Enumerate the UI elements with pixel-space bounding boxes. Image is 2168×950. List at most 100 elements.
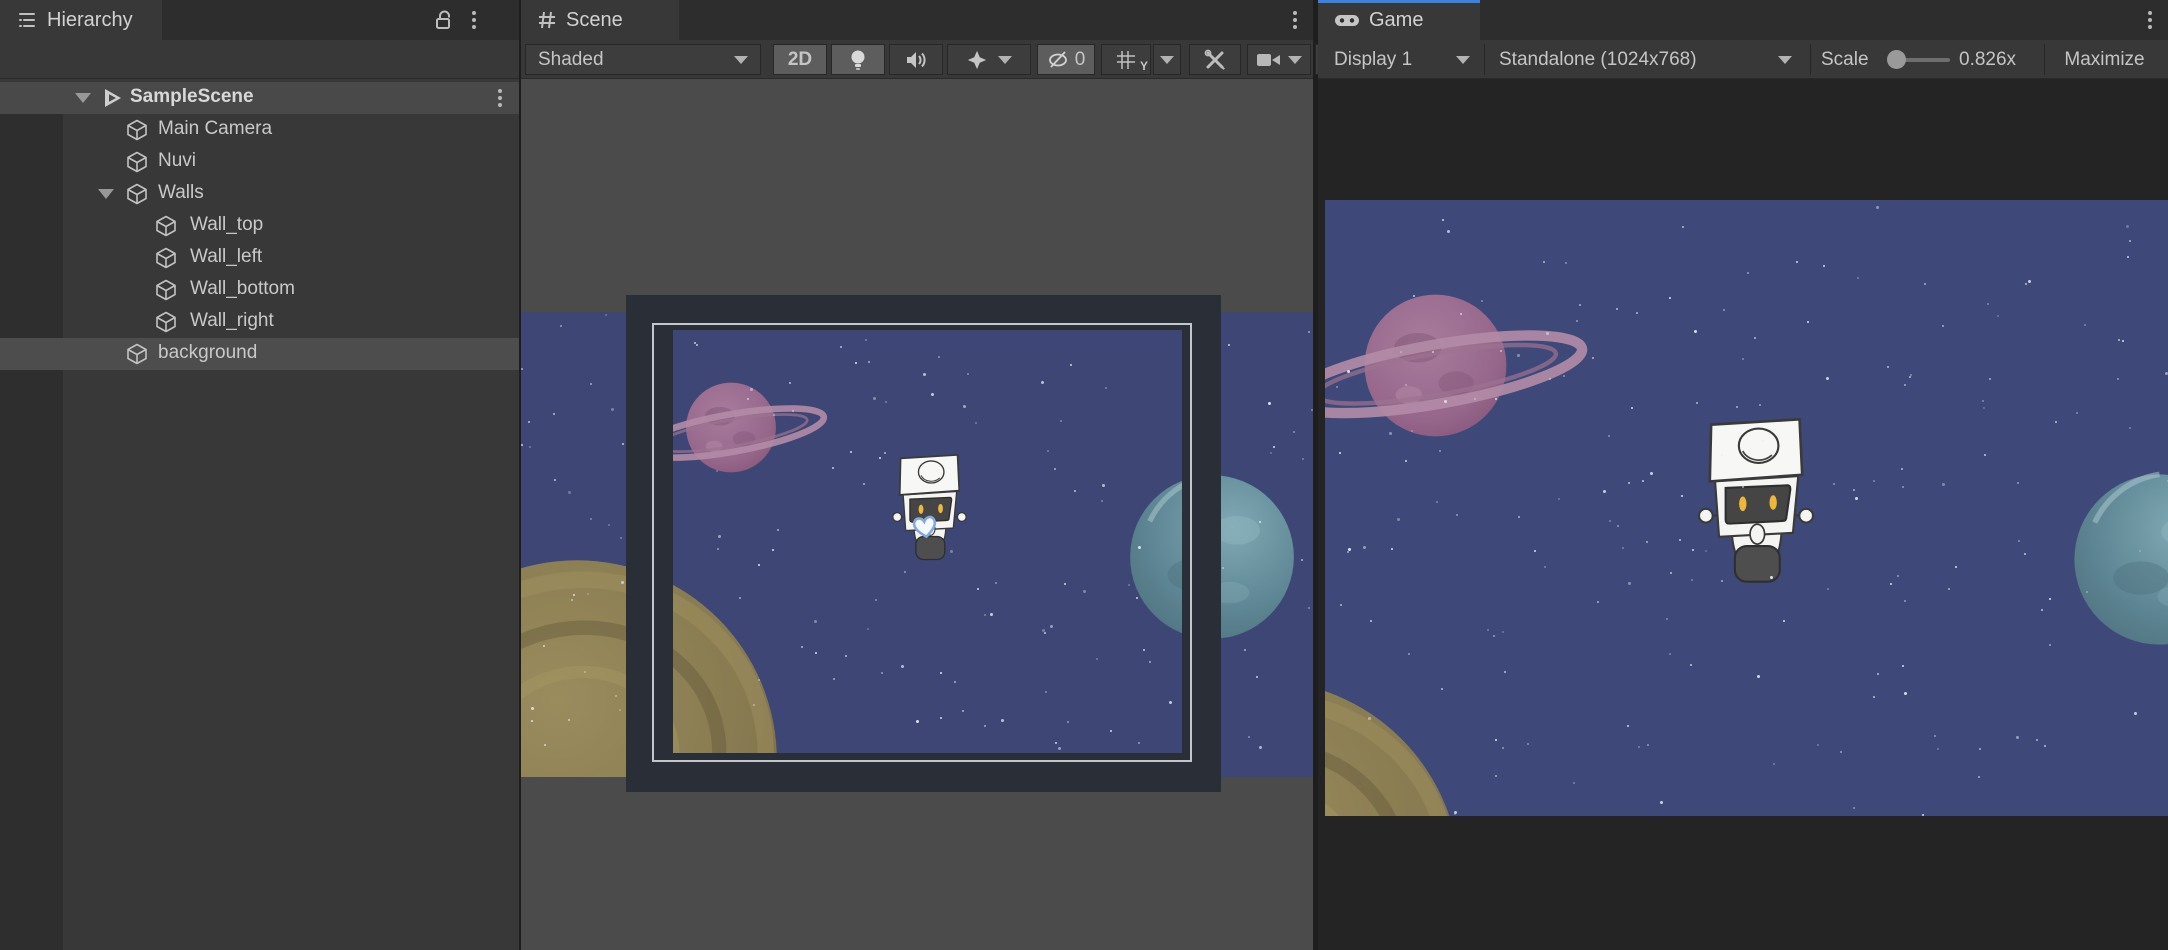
cube-icon: [153, 213, 179, 239]
game-viewport: [1325, 200, 2168, 816]
wrench-pencil-icon: [1203, 48, 1227, 72]
hierarchy-row-background[interactable]: background: [0, 338, 519, 370]
unity-editor-window: Hierarchy + All: [0, 0, 2168, 950]
game-tab-label: Game: [1369, 9, 1423, 32]
chevron-down-icon: [998, 56, 1012, 64]
hierarchy-row-nuvi[interactable]: Nuvi: [0, 146, 519, 178]
shading-mode-dropdown[interactable]: Shaded: [525, 44, 761, 75]
chevron-down-icon: [1778, 56, 1792, 64]
bulb-icon: [848, 48, 868, 72]
scene-tab-label: Scene: [566, 9, 623, 32]
chevron-down-icon: [734, 56, 748, 64]
unlock-icon[interactable]: [432, 8, 456, 32]
scale-control: Scale 0.826x: [1810, 44, 2042, 75]
row-label: Nuvi: [158, 150, 196, 172]
scale-value: 0.826x: [1959, 49, 2016, 71]
row-label: background: [158, 342, 257, 364]
grid-dropdown-caret[interactable]: [1153, 44, 1181, 75]
hierarchy-tree: SampleScene Main Camera Nuvi Walls Wall_…: [0, 79, 519, 950]
cube-icon: [124, 181, 150, 207]
cube-icon: [153, 277, 179, 303]
row-label: Wall_top: [190, 214, 263, 236]
chevron-down-icon: [1288, 56, 1302, 64]
hidden-count-label: 0: [1075, 49, 1086, 71]
hierarchy-list-icon: [16, 9, 38, 31]
yellow-planet: [1325, 670, 1465, 816]
chevron-down-icon[interactable]: [98, 189, 114, 199]
editor-tools-button[interactable]: [1189, 44, 1241, 75]
teal-planet: [2067, 467, 2168, 652]
scene-panel: Scene Shaded 2D: [521, 0, 1313, 950]
row-label: Wall_bottom: [190, 278, 295, 300]
hierarchy-row-main-camera[interactable]: Main Camera: [0, 114, 519, 146]
chevron-down-icon[interactable]: [75, 93, 91, 103]
nuvi-robot-sprite: [887, 449, 972, 568]
hierarchy-tab-label: Hierarchy: [47, 9, 133, 32]
audio-toggle-button[interactable]: [889, 44, 943, 75]
speaker-icon: [904, 49, 928, 71]
sparkle-icon: [966, 49, 988, 71]
cube-icon: [124, 117, 150, 143]
resolution-label: Standalone (1024x768): [1499, 49, 1697, 71]
camera-icon: [1256, 50, 1282, 70]
row-label: Walls: [158, 182, 204, 204]
grid-settings-button[interactable]: Y: [1101, 44, 1151, 75]
shading-mode-label: Shaded: [538, 49, 604, 71]
unity-logo-icon: [100, 86, 124, 110]
hierarchy-row-wall-top[interactable]: Wall_top: [0, 210, 519, 242]
scene-camera-button[interactable]: [1247, 44, 1311, 75]
hierarchy-tabbar: Hierarchy: [0, 0, 519, 40]
scene-tabbar: Scene: [521, 0, 1313, 40]
game-menu-icon[interactable]: [2138, 8, 2162, 32]
maximize-label: Maximize: [2064, 49, 2144, 71]
hierarchy-panel: Hierarchy + All: [0, 0, 519, 950]
display-label: Display 1: [1334, 49, 1412, 71]
gamepad-icon: [1334, 10, 1360, 30]
scene-row-menu-icon[interactable]: [488, 86, 512, 110]
cube-icon: [153, 245, 179, 271]
hierarchy-row-walls[interactable]: Walls: [0, 178, 519, 210]
maximize-button[interactable]: Maximize: [2044, 44, 2164, 75]
cube-icon: [124, 341, 150, 367]
hierarchy-toolbar: + All: [0, 40, 519, 79]
scale-slider-knob[interactable]: [1887, 50, 1906, 69]
hidden-objects-button[interactable]: 0: [1037, 44, 1095, 75]
tab-scene[interactable]: Scene: [521, 0, 679, 40]
scale-label: Scale: [1821, 49, 1869, 71]
game-toolbar: Display 1 Standalone (1024x768) Scale 0.…: [1318, 40, 2168, 79]
effects-dropdown-button[interactable]: [947, 44, 1031, 75]
nuvi-robot-sprite: [1690, 410, 1822, 595]
hierarchy-row-scene[interactable]: SampleScene: [0, 82, 519, 114]
hierarchy-row-wall-left[interactable]: Wall_left: [0, 242, 519, 274]
row-label: Wall_left: [190, 246, 262, 268]
2d-label: 2D: [788, 49, 812, 71]
lighting-toggle-button[interactable]: [831, 44, 885, 75]
2d-toggle-button[interactable]: 2D: [773, 44, 827, 75]
hierarchy-row-wall-bottom[interactable]: Wall_bottom: [0, 274, 519, 306]
scene-toolbar: Shaded 2D: [521, 40, 1313, 79]
heart-sprite: [910, 513, 939, 540]
pink-ringed-planet: [1325, 262, 1598, 469]
scene-viewport[interactable]: [521, 79, 1313, 950]
chevron-down-icon: [1160, 56, 1174, 64]
focused-tab-accent: [1318, 0, 1480, 3]
grid-axis-label: Y: [1140, 59, 1148, 73]
game-letterbox: [1318, 79, 2168, 950]
cube-icon: [153, 309, 179, 335]
hierarchy-menu-icon[interactable]: [462, 8, 486, 32]
scene-menu-icon[interactable]: [1283, 8, 1307, 32]
row-label: Main Camera: [158, 118, 272, 140]
tab-game[interactable]: Game: [1318, 0, 1480, 40]
resolution-dropdown[interactable]: Standalone (1024x768): [1484, 44, 1806, 75]
scene-name-label: SampleScene: [130, 86, 254, 108]
cube-icon: [124, 149, 150, 175]
scene-grid-icon: [537, 10, 557, 30]
grid-icon: [1115, 49, 1137, 71]
chevron-down-icon: [1456, 56, 1470, 64]
display-dropdown[interactable]: Display 1: [1322, 44, 1482, 75]
row-label: Wall_right: [190, 310, 274, 332]
game-panel: Game Display 1 Standalone (1024x768) Sca…: [1318, 0, 2168, 950]
hierarchy-row-wall-right[interactable]: Wall_right: [0, 306, 519, 338]
eye-slash-icon: [1047, 49, 1071, 71]
tab-hierarchy[interactable]: Hierarchy: [0, 0, 162, 40]
